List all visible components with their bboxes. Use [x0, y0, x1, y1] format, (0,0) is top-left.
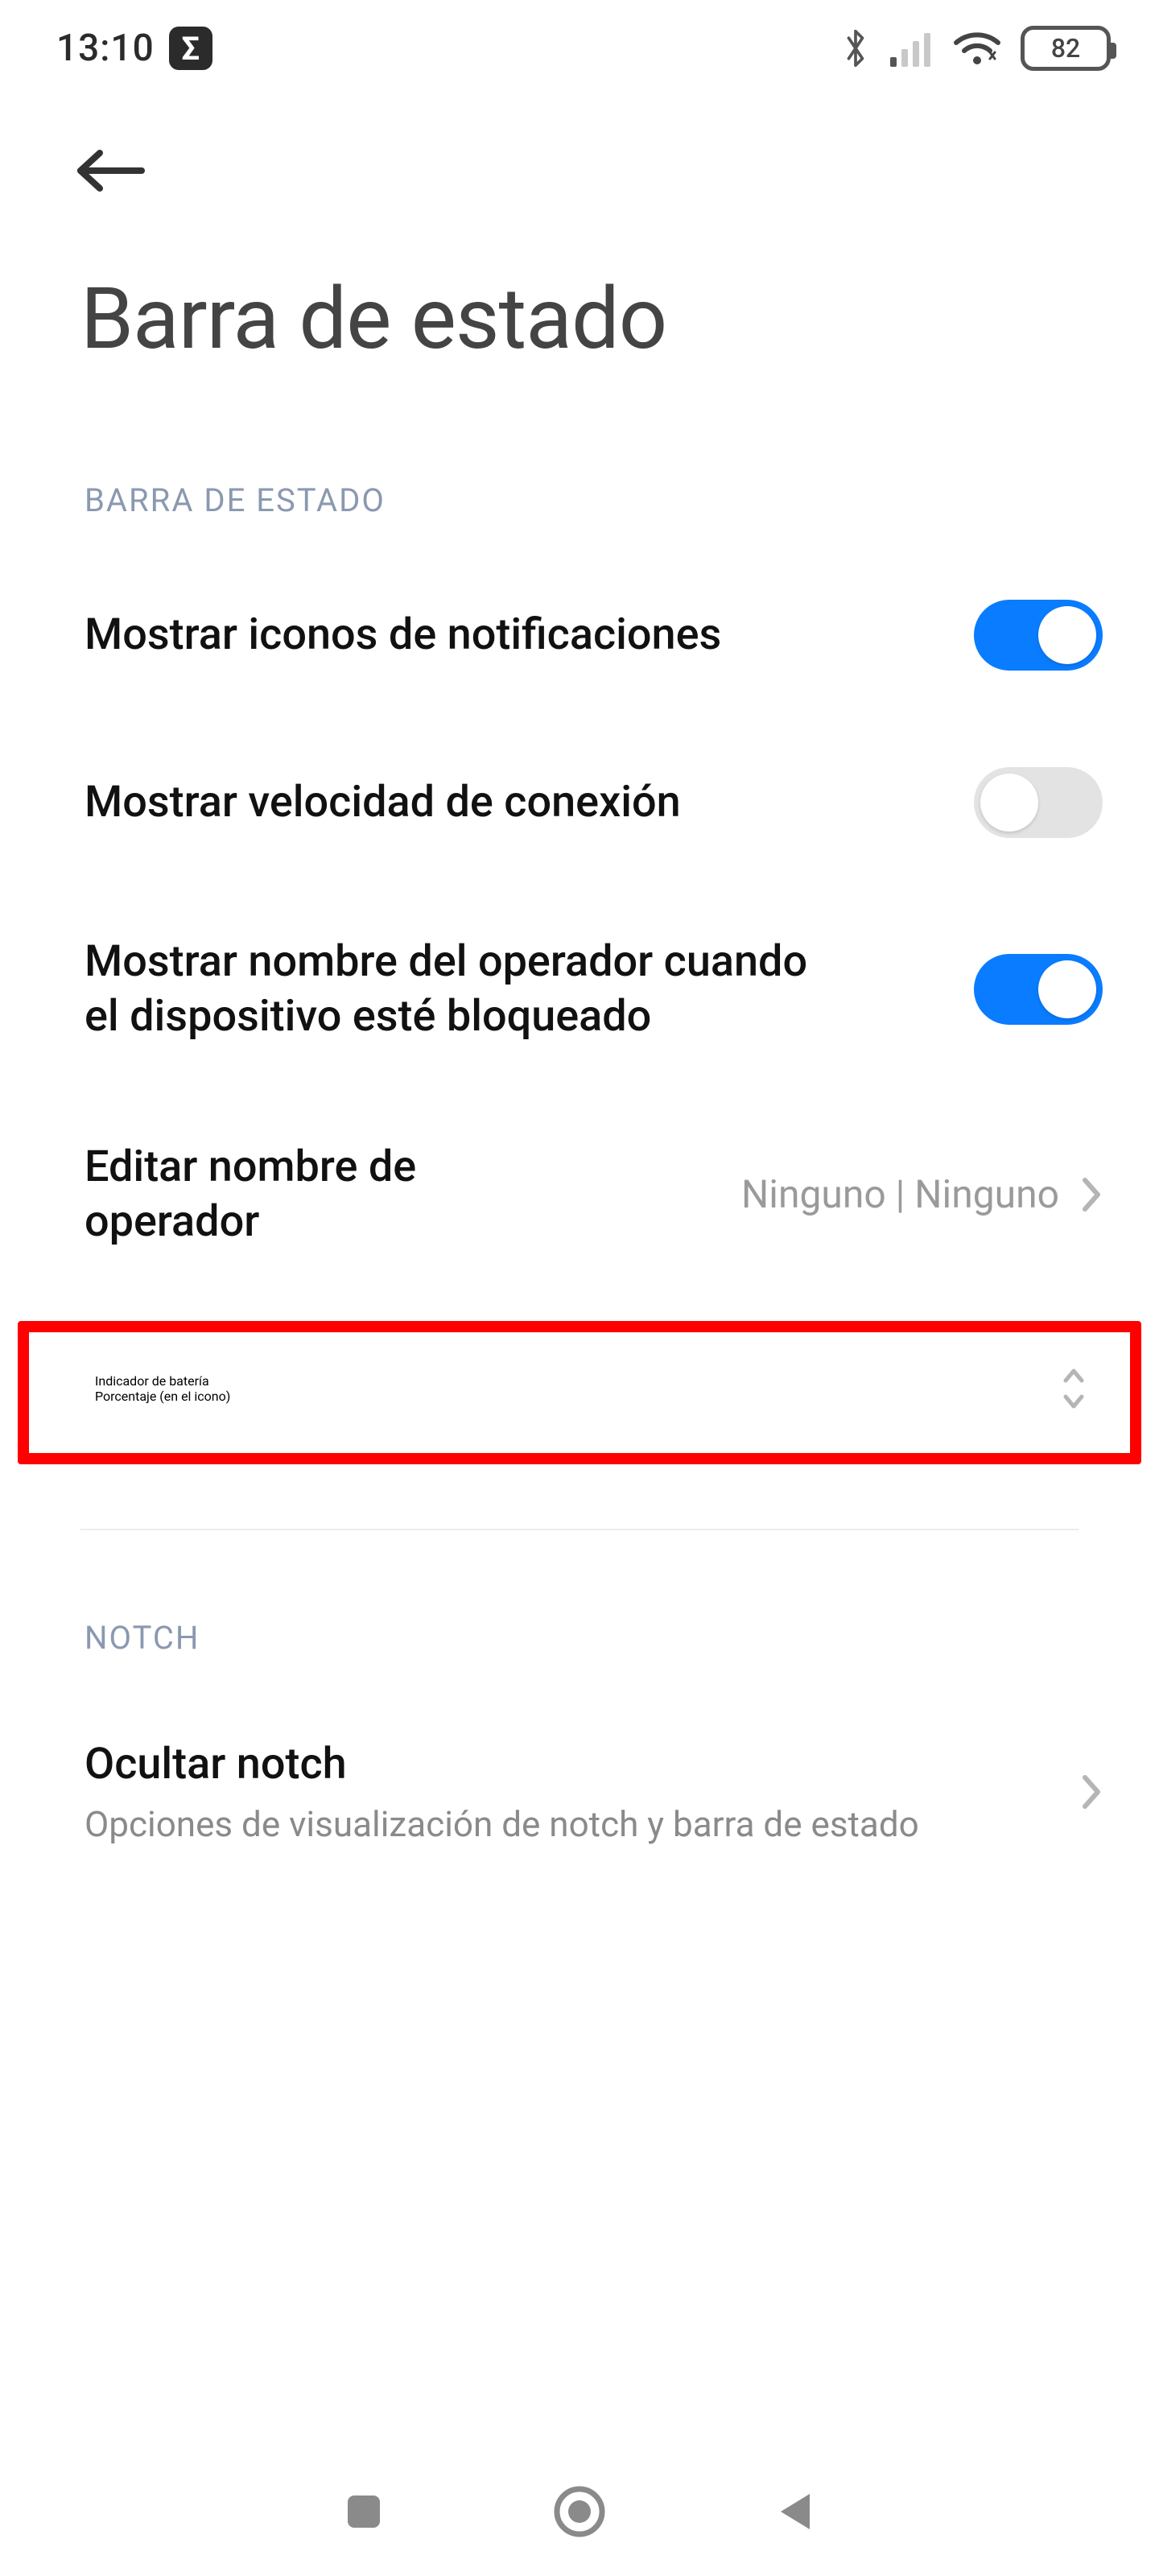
row-show-operator-when-locked[interactable]: Mostrar nombre del operador cuando el di…: [0, 886, 1159, 1092]
row-label: Indicador de batería: [95, 1373, 230, 1389]
system-nav-bar: [0, 2447, 1159, 2576]
chevron-right-icon: [1080, 1773, 1103, 1811]
row-label: Ocultar notch: [85, 1737, 841, 1792]
toggle-show-notification-icons[interactable]: [974, 600, 1103, 671]
row-sublabel: Opciones de visualización de notch y bar…: [85, 1802, 919, 1847]
battery-icon: 82: [1021, 26, 1111, 71]
status-right: 82: [842, 26, 1111, 71]
chevron-right-icon: [1080, 1175, 1103, 1214]
nav-recents-button[interactable]: [340, 2487, 388, 2536]
sigma-app-icon: Σ: [169, 27, 212, 70]
row-show-notification-icons[interactable]: Mostrar iconos de notificaciones: [0, 551, 1159, 719]
row-label: Editar nombre de operador: [85, 1140, 503, 1249]
section-label-statusbar: BARRA DE ESTADO: [0, 369, 1159, 551]
expand-collapse-icon: [1059, 1364, 1088, 1413]
status-bar: 13:10 Σ 82: [0, 0, 1159, 97]
toggle-show-connection-speed[interactable]: [974, 767, 1103, 838]
row-edit-operator-name[interactable]: Editar nombre de operador Ninguno | Ning…: [0, 1092, 1159, 1297]
nav-back-button[interactable]: [771, 2487, 819, 2536]
row-label: Mostrar nombre del operador cuando el di…: [85, 935, 841, 1043]
row-label: Mostrar iconos de notificaciones: [85, 608, 721, 663]
nav-home-button[interactable]: [551, 2483, 608, 2541]
status-left: 13:10 Σ: [56, 27, 212, 70]
section-label-notch: NOTCH: [0, 1530, 1159, 1689]
page-title: Barra de estado: [0, 196, 1159, 369]
cellular-signal-icon: [889, 30, 934, 67]
toggle-show-operator-when-locked[interactable]: [974, 954, 1103, 1025]
back-button[interactable]: [72, 145, 1159, 196]
row-value: Ninguno | Ninguno: [741, 1171, 1059, 1217]
row-hide-notch[interactable]: Ocultar notch Opciones de visualización …: [0, 1689, 1159, 1896]
row-battery-indicator-highlighted[interactable]: Indicador de batería Porcentaje (en el i…: [18, 1321, 1141, 1464]
bluetooth-icon: [842, 27, 869, 69]
row-show-connection-speed[interactable]: Mostrar velocidad de conexión: [0, 719, 1159, 886]
battery-percent: 82: [1051, 33, 1080, 64]
row-sublabel: Porcentaje (en el icono): [95, 1389, 230, 1404]
status-time: 13:10: [56, 27, 155, 70]
row-label: Mostrar velocidad de conexión: [85, 775, 681, 830]
wifi-icon: [953, 30, 1001, 67]
